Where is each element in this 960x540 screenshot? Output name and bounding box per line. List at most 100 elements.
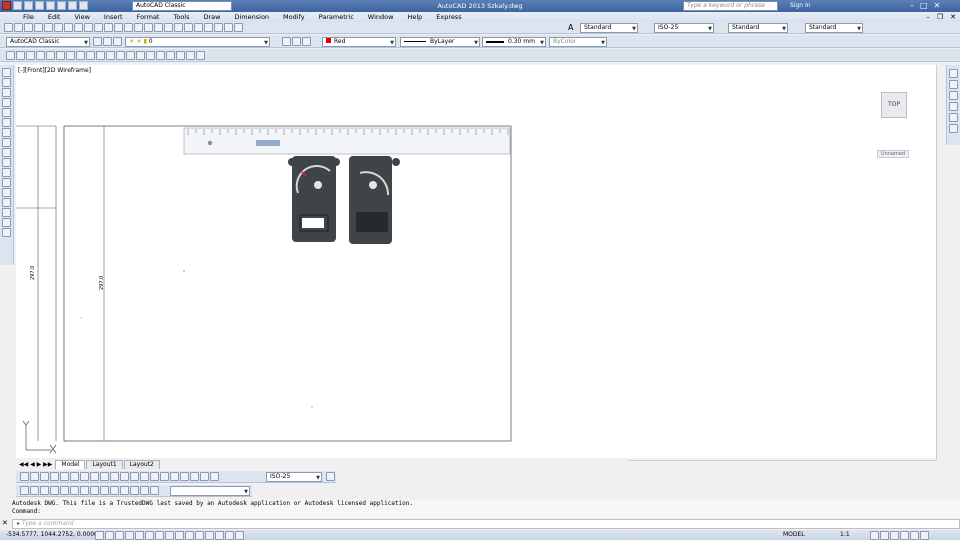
- dimension-style-icon[interactable]: [326, 472, 335, 481]
- layer-dropdown[interactable]: ☀ ☀ ▮ 0 ▼: [125, 37, 270, 47]
- zoom-realtime-icon[interactable]: [144, 23, 153, 32]
- zoom-icon[interactable]: [150, 486, 159, 495]
- spline-icon[interactable]: [86, 51, 95, 60]
- circle-icon[interactable]: [66, 51, 75, 60]
- lineweight-dropdown[interactable]: 0.30 mm ▼: [482, 37, 546, 47]
- offset-icon[interactable]: [2, 98, 11, 107]
- command-input[interactable]: ▸ Type a command: [12, 519, 960, 529]
- ellipse-arc-icon[interactable]: [106, 51, 115, 60]
- model-space-toggle[interactable]: MODEL: [783, 530, 805, 540]
- drawing-canvas[interactable]: 297.0 297.0: [16, 65, 936, 458]
- line-icon[interactable]: [6, 51, 15, 60]
- properties-icon[interactable]: [174, 23, 183, 32]
- hardware-acceleration-icon[interactable]: [900, 531, 909, 540]
- undo-icon[interactable]: [114, 23, 123, 32]
- sign-in-button[interactable]: Sign In: [790, 0, 811, 12]
- app-menu-icon[interactable]: [2, 1, 11, 10]
- dim-text-edit-icon[interactable]: [200, 472, 209, 481]
- inspection-icon[interactable]: [170, 472, 179, 481]
- dim-style-dropdown[interactable]: ISO-25 ▼: [654, 23, 714, 33]
- tolerance-icon[interactable]: [150, 472, 159, 481]
- send-to-back-icon[interactable]: [949, 80, 958, 89]
- bring-to-front-icon[interactable]: [949, 69, 958, 78]
- menu-dimension[interactable]: Dimension: [227, 12, 276, 22]
- menu-help[interactable]: Help: [400, 12, 429, 22]
- trim-icon[interactable]: [2, 158, 11, 167]
- modify-ii-icon[interactable]: [20, 486, 29, 495]
- infer-constraints-icon[interactable]: [95, 531, 104, 540]
- table-style-dropdown[interactable]: Standard ▼: [728, 23, 788, 33]
- viewport-controls-label[interactable]: [-][Front][2D Wireframe]: [18, 67, 91, 74]
- menu-tools[interactable]: Tools: [166, 12, 196, 22]
- attr-extract-icon[interactable]: [100, 486, 109, 495]
- dim-space-icon[interactable]: [130, 472, 139, 481]
- insert-block-icon[interactable]: [116, 51, 125, 60]
- tab-nav-arrows-icon[interactable]: ◀◀ ◀ ▶ ▶▶: [16, 461, 55, 468]
- hatch-to-back-icon[interactable]: [949, 124, 958, 133]
- vertical-scrollbar[interactable]: [936, 65, 945, 460]
- menu-file[interactable]: File: [16, 12, 41, 22]
- continue-icon[interactable]: [120, 472, 129, 481]
- linear-dim-icon[interactable]: [20, 472, 29, 481]
- viewcube[interactable]: TOP: [881, 92, 907, 118]
- layer-states-icon[interactable]: [302, 37, 311, 46]
- open-icon[interactable]: [14, 23, 23, 32]
- make-block-icon[interactable]: [126, 51, 135, 60]
- match-properties-icon[interactable]: [94, 23, 103, 32]
- layer-properties-icon[interactable]: [113, 37, 122, 46]
- edit-array-icon[interactable]: [60, 486, 69, 495]
- plot-icon[interactable]: [57, 1, 66, 10]
- extend-icon[interactable]: [2, 168, 11, 177]
- dynamic-ucs-icon[interactable]: [175, 531, 184, 540]
- menu-parametric[interactable]: Parametric: [312, 12, 361, 22]
- quick-properties-icon[interactable]: [215, 531, 224, 540]
- angle-measure-icon[interactable]: [130, 486, 139, 495]
- copy-object-icon[interactable]: [2, 78, 11, 87]
- snap-mode-icon[interactable]: [105, 531, 114, 540]
- isolate-objects-icon[interactable]: [910, 531, 919, 540]
- dim-edit-icon[interactable]: [190, 472, 199, 481]
- maximize-icon[interactable]: □: [920, 0, 928, 12]
- workspace-dropdown-secondary[interactable]: AutoCAD Classic ▼: [6, 37, 90, 47]
- paste-icon[interactable]: [84, 23, 93, 32]
- block-editor-icon[interactable]: [104, 23, 113, 32]
- polygon-icon[interactable]: [36, 51, 45, 60]
- command-line-icon[interactable]: ✕: [2, 519, 8, 527]
- blend-icon[interactable]: [2, 218, 11, 227]
- copy-icon[interactable]: [74, 23, 83, 32]
- center-mark-icon[interactable]: [160, 472, 169, 481]
- sheet-set-icon[interactable]: [204, 23, 213, 32]
- save-as-icon[interactable]: [46, 1, 55, 10]
- zoom-previous-icon[interactable]: [164, 23, 173, 32]
- markup-icon[interactable]: [214, 23, 223, 32]
- doc-minimize-icon[interactable]: –: [926, 12, 930, 22]
- menu-express[interactable]: Express: [429, 12, 468, 22]
- publish-icon[interactable]: [54, 23, 63, 32]
- workspace-dropdown[interactable]: AutoCAD Classic: [132, 1, 232, 11]
- doc-close-icon[interactable]: ✕: [950, 12, 956, 22]
- revision-cloud-icon[interactable]: [76, 51, 85, 60]
- edit-hatch-icon[interactable]: [50, 486, 59, 495]
- explode-icon[interactable]: [2, 228, 11, 237]
- radius-icon[interactable]: [60, 472, 69, 481]
- mirror-icon[interactable]: [2, 88, 11, 97]
- plotstyle-dropdown[interactable]: ByColor ▼: [549, 37, 607, 47]
- annotation-scale[interactable]: 1:1: [840, 530, 850, 540]
- clean-screen-icon[interactable]: [920, 531, 929, 540]
- chamfer-icon[interactable]: [2, 198, 11, 207]
- tab-layout2[interactable]: Layout2: [123, 460, 160, 469]
- 3d-object-snap-icon[interactable]: [155, 531, 164, 540]
- construction-line-icon[interactable]: [16, 51, 25, 60]
- array-icon[interactable]: [2, 108, 11, 117]
- wcs-menu[interactable]: Unnamed: [877, 150, 909, 158]
- region-icon[interactable]: [166, 51, 175, 60]
- stretch-icon[interactable]: [2, 148, 11, 157]
- scale-icon[interactable]: [2, 138, 11, 147]
- ortho-mode-icon[interactable]: [125, 531, 134, 540]
- polar-tracking-icon[interactable]: [135, 531, 144, 540]
- jogged-icon[interactable]: [70, 472, 79, 481]
- redo-icon[interactable]: [79, 1, 88, 10]
- dim-update-icon[interactable]: [210, 472, 219, 481]
- menu-insert[interactable]: Insert: [97, 12, 130, 22]
- menu-edit[interactable]: Edit: [41, 12, 68, 22]
